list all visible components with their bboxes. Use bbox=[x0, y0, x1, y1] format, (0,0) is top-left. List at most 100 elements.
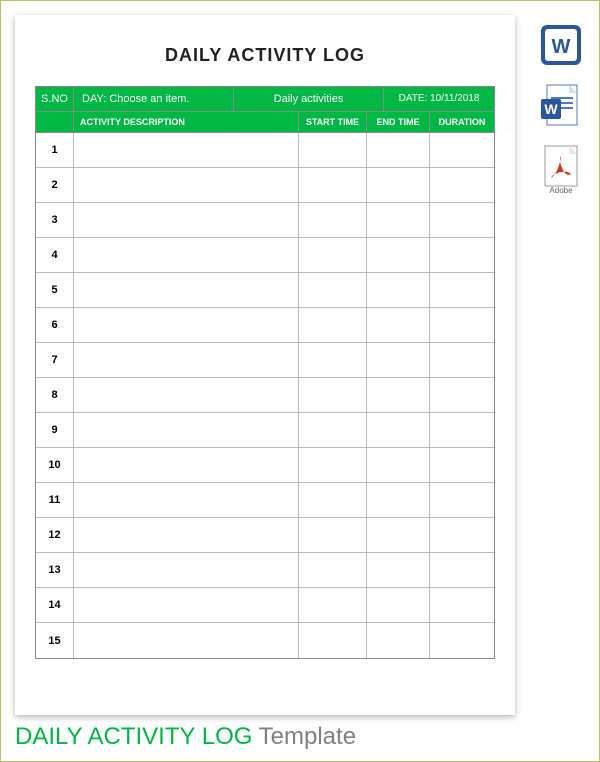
cell-description[interactable] bbox=[74, 623, 299, 658]
cell-description[interactable] bbox=[74, 483, 299, 517]
document-title: DAILY ACTIVITY LOG bbox=[35, 45, 495, 66]
cell-end-time[interactable] bbox=[367, 588, 430, 622]
cell-end-time[interactable] bbox=[367, 623, 430, 658]
header-day-cell: DAY: Choose an item. bbox=[74, 87, 234, 111]
cell-start-time[interactable] bbox=[299, 413, 367, 447]
row-number: 4 bbox=[36, 238, 74, 272]
cell-duration[interactable] bbox=[430, 623, 494, 658]
row-number: 1 bbox=[36, 133, 74, 167]
day-label: DAY: bbox=[82, 93, 106, 105]
caption-main: DAILY ACTIVITY LOG bbox=[15, 723, 252, 750]
cell-duration[interactable] bbox=[430, 378, 494, 412]
table-header-row-1: S.NO DAY: Choose an item. Daily activiti… bbox=[36, 87, 494, 112]
cell-duration[interactable] bbox=[430, 518, 494, 552]
cell-duration[interactable] bbox=[430, 308, 494, 342]
table-row: 1 bbox=[36, 133, 494, 168]
cell-description[interactable] bbox=[74, 413, 299, 447]
table-row: 3 bbox=[36, 203, 494, 238]
cell-start-time[interactable] bbox=[299, 553, 367, 587]
cell-end-time[interactable] bbox=[367, 413, 430, 447]
header-activities: Daily activities bbox=[234, 87, 384, 111]
cell-end-time[interactable] bbox=[367, 483, 430, 517]
cell-duration[interactable] bbox=[430, 133, 494, 167]
day-value[interactable]: Choose an item. bbox=[109, 93, 189, 105]
cell-start-time[interactable] bbox=[299, 238, 367, 272]
cell-end-time[interactable] bbox=[367, 133, 430, 167]
download-word-button[interactable]: W bbox=[539, 21, 583, 69]
cell-duration[interactable] bbox=[430, 588, 494, 622]
cell-duration[interactable] bbox=[430, 483, 494, 517]
cell-description[interactable] bbox=[74, 588, 299, 622]
svg-text:Adobe: Adobe bbox=[549, 186, 573, 194]
cell-end-time[interactable] bbox=[367, 553, 430, 587]
cell-description[interactable] bbox=[74, 273, 299, 307]
cell-start-time[interactable] bbox=[299, 623, 367, 658]
cell-duration[interactable] bbox=[430, 168, 494, 202]
page-container: DAILY ACTIVITY LOG S.NO DAY: Choose an i… bbox=[0, 0, 600, 762]
cell-duration[interactable] bbox=[430, 413, 494, 447]
cell-end-time[interactable] bbox=[367, 168, 430, 202]
cell-end-time[interactable] bbox=[367, 448, 430, 482]
table-row: 11 bbox=[36, 483, 494, 518]
cell-start-time[interactable] bbox=[299, 203, 367, 237]
table-row: 12 bbox=[36, 518, 494, 553]
cell-description[interactable] bbox=[74, 133, 299, 167]
row-number: 11 bbox=[36, 483, 74, 517]
col-header-duration: DURATION bbox=[430, 112, 494, 132]
cell-start-time[interactable] bbox=[299, 133, 367, 167]
cell-description[interactable] bbox=[74, 343, 299, 377]
cell-start-time[interactable] bbox=[299, 343, 367, 377]
cell-end-time[interactable] bbox=[367, 343, 430, 377]
cell-end-time[interactable] bbox=[367, 518, 430, 552]
row-number: 6 bbox=[36, 308, 74, 342]
cell-start-time[interactable] bbox=[299, 378, 367, 412]
cell-start-time[interactable] bbox=[299, 483, 367, 517]
cell-duration[interactable] bbox=[430, 203, 494, 237]
document-page: DAILY ACTIVITY LOG S.NO DAY: Choose an i… bbox=[15, 15, 515, 715]
table-row: 9 bbox=[36, 413, 494, 448]
table-header-row-2: ACTIVITY DESCRIPTION START TIME END TIME… bbox=[36, 112, 494, 133]
row-number: 8 bbox=[36, 378, 74, 412]
row-number: 12 bbox=[36, 518, 74, 552]
cell-start-time[interactable] bbox=[299, 588, 367, 622]
header-date-cell: DATE: 10/11/2018 bbox=[384, 87, 494, 111]
cell-start-time[interactable] bbox=[299, 518, 367, 552]
cell-end-time[interactable] bbox=[367, 378, 430, 412]
cell-description[interactable] bbox=[74, 518, 299, 552]
cell-duration[interactable] bbox=[430, 238, 494, 272]
pdf-icon: Adobe bbox=[539, 144, 583, 194]
col-header-start-time: START TIME bbox=[299, 112, 367, 132]
svg-text:W: W bbox=[552, 36, 571, 58]
table-row: 6 bbox=[36, 308, 494, 343]
cell-end-time[interactable] bbox=[367, 238, 430, 272]
date-label: DATE: bbox=[399, 93, 428, 104]
download-pdf-button[interactable]: Adobe bbox=[539, 145, 583, 193]
cell-duration[interactable] bbox=[430, 448, 494, 482]
download-icons-panel: W W Adobe bbox=[539, 21, 583, 193]
download-word-doc-button[interactable]: W bbox=[539, 83, 583, 131]
cell-description[interactable] bbox=[74, 168, 299, 202]
cell-start-time[interactable] bbox=[299, 168, 367, 202]
cell-description[interactable] bbox=[74, 553, 299, 587]
header-sno: S.NO bbox=[36, 87, 74, 111]
cell-duration[interactable] bbox=[430, 343, 494, 377]
table-row: 15 bbox=[36, 623, 494, 658]
table-row: 2 bbox=[36, 168, 494, 203]
cell-start-time[interactable] bbox=[299, 273, 367, 307]
cell-end-time[interactable] bbox=[367, 273, 430, 307]
cell-end-time[interactable] bbox=[367, 308, 430, 342]
activity-table: S.NO DAY: Choose an item. Daily activiti… bbox=[35, 86, 495, 659]
cell-end-time[interactable] bbox=[367, 203, 430, 237]
cell-description[interactable] bbox=[74, 203, 299, 237]
table-row: 8 bbox=[36, 378, 494, 413]
col-header-description: ACTIVITY DESCRIPTION bbox=[74, 112, 299, 132]
cell-description[interactable] bbox=[74, 378, 299, 412]
cell-start-time[interactable] bbox=[299, 448, 367, 482]
cell-description[interactable] bbox=[74, 448, 299, 482]
cell-start-time[interactable] bbox=[299, 308, 367, 342]
cell-duration[interactable] bbox=[430, 273, 494, 307]
cell-description[interactable] bbox=[74, 308, 299, 342]
cell-description[interactable] bbox=[74, 238, 299, 272]
cell-duration[interactable] bbox=[430, 553, 494, 587]
col-header-end-time: END TIME bbox=[367, 112, 430, 132]
